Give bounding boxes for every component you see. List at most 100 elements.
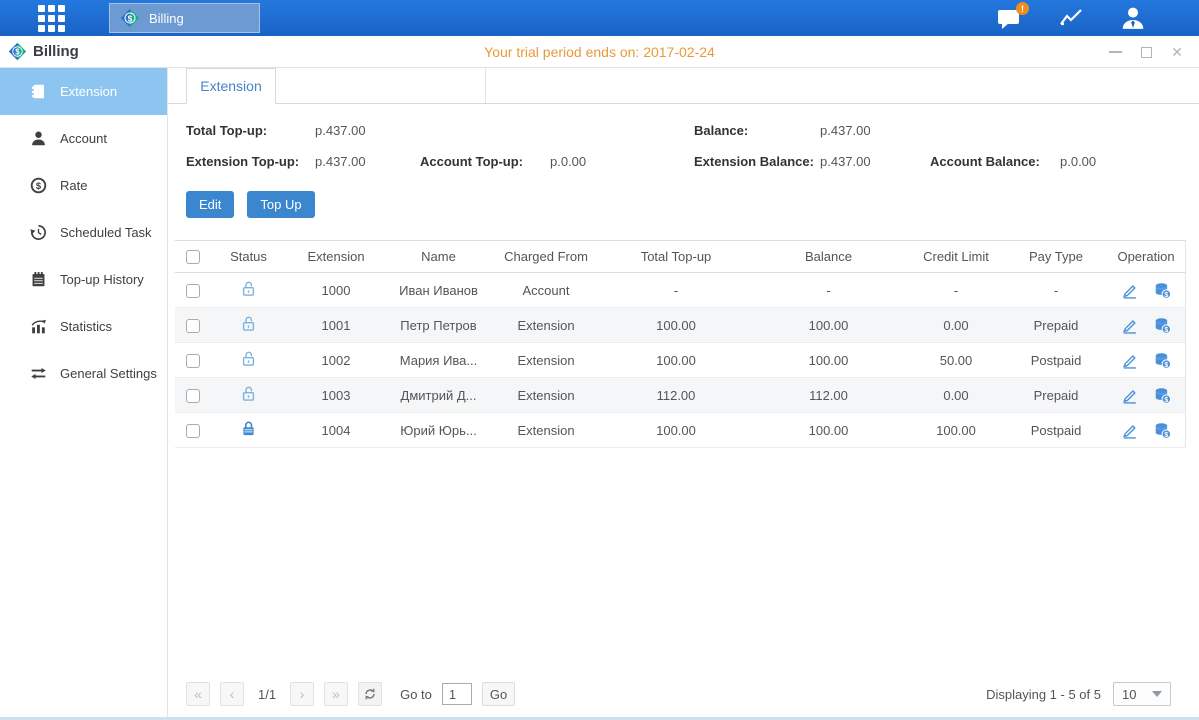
cell-total-topup: 112.00 — [601, 388, 751, 403]
row-checkbox[interactable] — [186, 389, 200, 403]
top-up-row-icon[interactable]: $ — [1154, 352, 1171, 369]
total-topup-label: Total Top-up: — [186, 123, 315, 138]
status-unlocked-icon — [211, 350, 286, 370]
sidebar-item-label: Extension — [60, 84, 117, 99]
prev-page-button[interactable]: ‹ — [220, 682, 244, 706]
col-status: Status — [211, 249, 286, 264]
refresh-button[interactable] — [358, 682, 382, 706]
goto-page-input[interactable] — [442, 683, 472, 705]
account-balance-value: p.0.00 — [1060, 154, 1199, 169]
sidebar-item-label: Account — [60, 131, 107, 146]
user-account-icon[interactable] — [1117, 4, 1149, 32]
cell-total-topup: 100.00 — [601, 423, 751, 438]
minimize-icon[interactable] — [1107, 44, 1123, 60]
cell-balance: 112.00 — [751, 388, 906, 403]
cell-extension: 1003 — [286, 388, 386, 403]
scheduled-task-icon — [30, 224, 47, 241]
svg-text:$: $ — [1164, 327, 1168, 334]
row-checkbox[interactable] — [186, 354, 200, 368]
cell-credit-limit: 0.00 — [906, 318, 1006, 333]
table-row: 1001 Петр Петров Extension 100.00 100.00… — [175, 308, 1185, 343]
system-top-bar: $ Billing ! — [0, 0, 1199, 36]
sidebar-item-scheduled-task[interactable]: Scheduled Task — [0, 209, 167, 256]
extension-topup-label: Extension Top-up: — [186, 154, 315, 169]
window-title: $ Billing — [8, 42, 79, 61]
edit-row-icon[interactable] — [1121, 282, 1138, 299]
table-row: 1004 Юрий Юрь... Extension 100.00 100.00… — [175, 413, 1185, 448]
sidebar-item-general-settings[interactable]: General Settings — [0, 350, 167, 397]
cell-pay-type: Postpaid — [1006, 353, 1106, 368]
taskbar-billing-app[interactable]: $ Billing — [109, 3, 260, 33]
notifications-chat-icon[interactable]: ! — [993, 4, 1025, 32]
edit-button[interactable]: Edit — [186, 191, 234, 218]
next-page-button[interactable]: › — [290, 682, 314, 706]
displaying-text: Displaying 1 - 5 of 5 — [986, 687, 1101, 702]
edit-row-icon[interactable] — [1121, 387, 1138, 404]
page-size-value: 10 — [1122, 687, 1136, 702]
last-page-button[interactable]: » — [324, 682, 348, 706]
status-unlocked-icon — [211, 315, 286, 335]
cell-extension: 1004 — [286, 423, 386, 438]
cell-charged-from: Extension — [491, 423, 601, 438]
top-up-row-icon[interactable]: $ — [1154, 387, 1171, 404]
page-size-select[interactable]: 10 — [1113, 682, 1171, 706]
table-row: 1003 Дмитрий Д... Extension 112.00 112.0… — [175, 378, 1185, 413]
extension-topup-value: p.437.00 — [315, 154, 420, 169]
balance-label: Balance: — [694, 123, 820, 138]
select-all-checkbox[interactable] — [186, 250, 200, 264]
sidebar-item-extension[interactable]: Extension — [0, 68, 167, 115]
svg-text:$: $ — [1164, 362, 1168, 369]
cell-extension: 1001 — [286, 318, 386, 333]
top-up-row-icon[interactable]: $ — [1154, 422, 1171, 439]
cell-credit-limit: 50.00 — [906, 353, 1006, 368]
sidebar-item-rate[interactable]: $ Rate — [0, 162, 167, 209]
notification-badge: ! — [1016, 2, 1029, 15]
col-charged-from: Charged From — [491, 249, 601, 264]
edit-row-icon[interactable] — [1121, 422, 1138, 439]
cell-total-topup: 100.00 — [601, 318, 751, 333]
row-checkbox[interactable] — [186, 284, 200, 298]
table-row: 1002 Мария Ива... Extension 100.00 100.0… — [175, 343, 1185, 378]
account-topup-value: p.0.00 — [550, 154, 694, 169]
col-credit-limit: Credit Limit — [906, 249, 1006, 264]
extensions-table: Status Extension Name Charged From Total… — [175, 240, 1186, 448]
cell-pay-type: Prepaid — [1006, 318, 1106, 333]
first-page-button[interactable]: « — [186, 682, 210, 706]
account-topup-label: Account Top-up: — [420, 154, 550, 169]
rate-icon: $ — [30, 177, 47, 194]
col-balance: Balance — [751, 249, 906, 264]
svg-text:$: $ — [1164, 292, 1168, 299]
top-up-row-icon[interactable]: $ — [1154, 282, 1171, 299]
top-up-button[interactable]: Top Up — [247, 191, 314, 218]
close-icon[interactable]: ✕ — [1169, 44, 1185, 60]
table-header-row: Status Extension Name Charged From Total… — [175, 240, 1185, 273]
go-button[interactable]: Go — [482, 682, 515, 706]
tab-extension[interactable]: Extension — [186, 68, 276, 104]
balance-value: p.437.00 — [820, 123, 930, 138]
edit-row-icon[interactable] — [1121, 352, 1138, 369]
maximize-icon[interactable] — [1138, 44, 1154, 60]
sidebar-item-topup-history[interactable]: Top-up History — [0, 256, 167, 303]
billing-summary: Total Top-up: p.437.00 Balance: p.437.00… — [168, 104, 1199, 182]
col-operation: Operation — [1106, 249, 1186, 264]
cell-extension: 1002 — [286, 353, 386, 368]
account-balance-label: Account Balance: — [930, 154, 1060, 169]
page-indicator: 1/1 — [258, 687, 276, 702]
cell-pay-type: Prepaid — [1006, 388, 1106, 403]
cell-name: Петр Петров — [386, 318, 491, 333]
cell-name: Иван Иванов — [386, 283, 491, 298]
table-row: 1000 Иван Иванов Account - - - - $ — [175, 273, 1185, 308]
row-checkbox[interactable] — [186, 319, 200, 333]
sidebar-item-statistics[interactable]: Statistics — [0, 303, 167, 350]
row-checkbox[interactable] — [186, 424, 200, 438]
edit-row-icon[interactable] — [1121, 317, 1138, 334]
apps-grid-icon[interactable] — [38, 5, 65, 32]
cell-name: Мария Ива... — [386, 353, 491, 368]
account-icon — [30, 130, 47, 147]
statistics-chart-icon[interactable] — [1055, 4, 1087, 32]
top-up-row-icon[interactable]: $ — [1154, 317, 1171, 334]
extension-balance-value: p.437.00 — [820, 154, 930, 169]
cell-balance: 100.00 — [751, 318, 906, 333]
sidebar-item-account[interactable]: Account — [0, 115, 167, 162]
cell-total-topup: - — [601, 283, 751, 298]
